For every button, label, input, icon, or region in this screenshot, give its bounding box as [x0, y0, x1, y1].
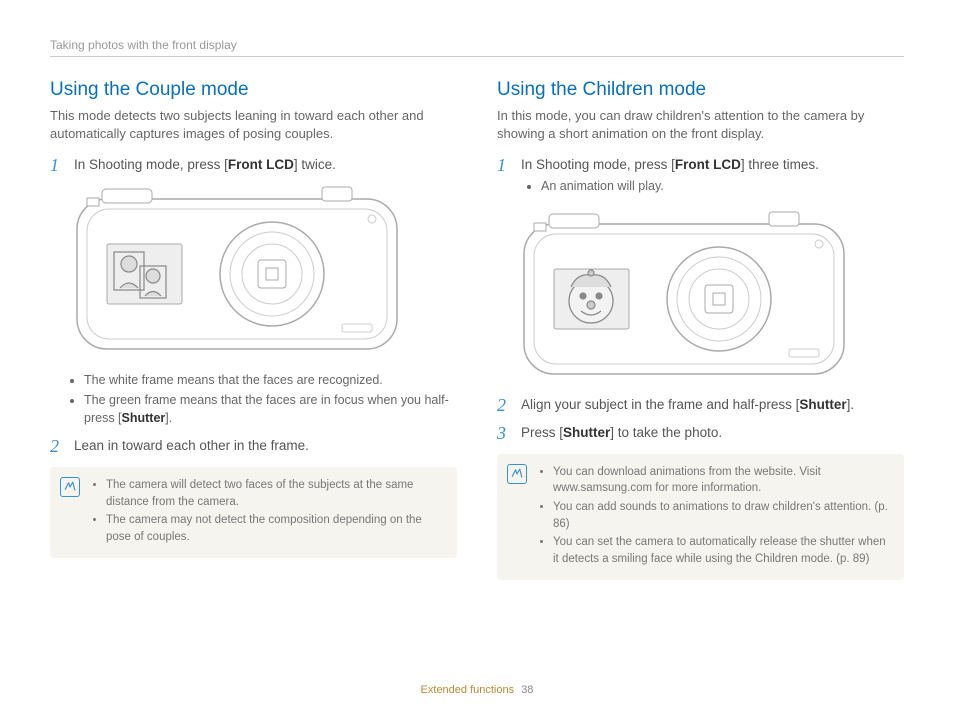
step-number: 2 [50, 437, 64, 457]
right-column: Using the Children mode In this mode, yo… [497, 79, 904, 580]
camera-icon [72, 184, 402, 354]
note-item: You can download animations from the web… [553, 464, 892, 497]
children-mode-title: Using the Children mode [497, 79, 904, 101]
couple-notes: The camera will detect two faces of the … [106, 477, 445, 548]
shutter-label: Shutter [563, 425, 610, 440]
couple-mode-intro: This mode detects two subjects leaning i… [50, 107, 457, 142]
step-text: Align your subject in the frame and half… [521, 397, 799, 412]
children-mode-intro: In this mode, you can draw children's at… [497, 107, 904, 142]
children-step-1: 1 In Shooting mode, press [Front LCD] th… [497, 156, 904, 201]
couple-step-2: 2 Lean in toward each other in the frame… [50, 437, 457, 457]
shutter-label: Shutter [799, 397, 846, 412]
step-number: 1 [497, 156, 511, 201]
footer-section: Extended functions [421, 684, 515, 696]
step-number: 1 [50, 156, 64, 176]
couple-camera-illustration [72, 184, 457, 359]
note-item: The camera will detect two faces of the … [106, 477, 445, 510]
children-camera-illustration [519, 209, 904, 384]
front-lcd-label: Front LCD [675, 157, 741, 172]
camera-icon [519, 209, 849, 379]
page-header: Taking photos with the front display [50, 38, 904, 57]
note-item: You can set the camera to automatically … [553, 534, 892, 567]
note-icon [507, 464, 527, 484]
note-item: The camera may not detect the compositio… [106, 512, 445, 545]
step-text: In Shooting mode, press [ [74, 157, 228, 172]
couple-step-1: 1 In Shooting mode, press [Front LCD] tw… [50, 156, 457, 176]
animation-play-note: An animation will play. [541, 177, 904, 195]
bullet-white-frame: The white frame means that the faces are… [84, 371, 457, 389]
step-text: ] three times. [741, 157, 819, 172]
note-item: You can add sounds to animations to draw… [553, 499, 892, 532]
step-text: ] twice. [294, 157, 336, 172]
step-number: 2 [497, 396, 511, 416]
couple-note-box: The camera will detect two faces of the … [50, 467, 457, 558]
shutter-label: Shutter [122, 411, 166, 425]
children-note-box: You can download animations from the web… [497, 454, 904, 580]
content-columns: Using the Couple mode This mode detects … [50, 79, 904, 580]
bullet-green-frame: The green frame means that the faces are… [84, 391, 457, 427]
step-text: In Shooting mode, press [ [521, 157, 675, 172]
page-footer: Extended functions 38 [0, 684, 954, 696]
left-column: Using the Couple mode This mode detects … [50, 79, 457, 580]
step-text: ] to take the photo. [610, 425, 722, 440]
children-step-3: 3 Press [Shutter] to take the photo. [497, 424, 904, 444]
couple-bullets: The white frame means that the faces are… [84, 371, 457, 427]
page-number: 38 [521, 684, 533, 696]
step-number: 3 [497, 424, 511, 444]
step-text: Lean in toward each other in the frame. [74, 437, 457, 457]
step-text: ]. [847, 397, 855, 412]
couple-mode-title: Using the Couple mode [50, 79, 457, 101]
front-lcd-label: Front LCD [228, 157, 294, 172]
note-icon [60, 477, 80, 497]
children-notes: You can download animations from the web… [553, 464, 892, 570]
children-step-2: 2 Align your subject in the frame and ha… [497, 396, 904, 416]
step-text: Press [ [521, 425, 563, 440]
